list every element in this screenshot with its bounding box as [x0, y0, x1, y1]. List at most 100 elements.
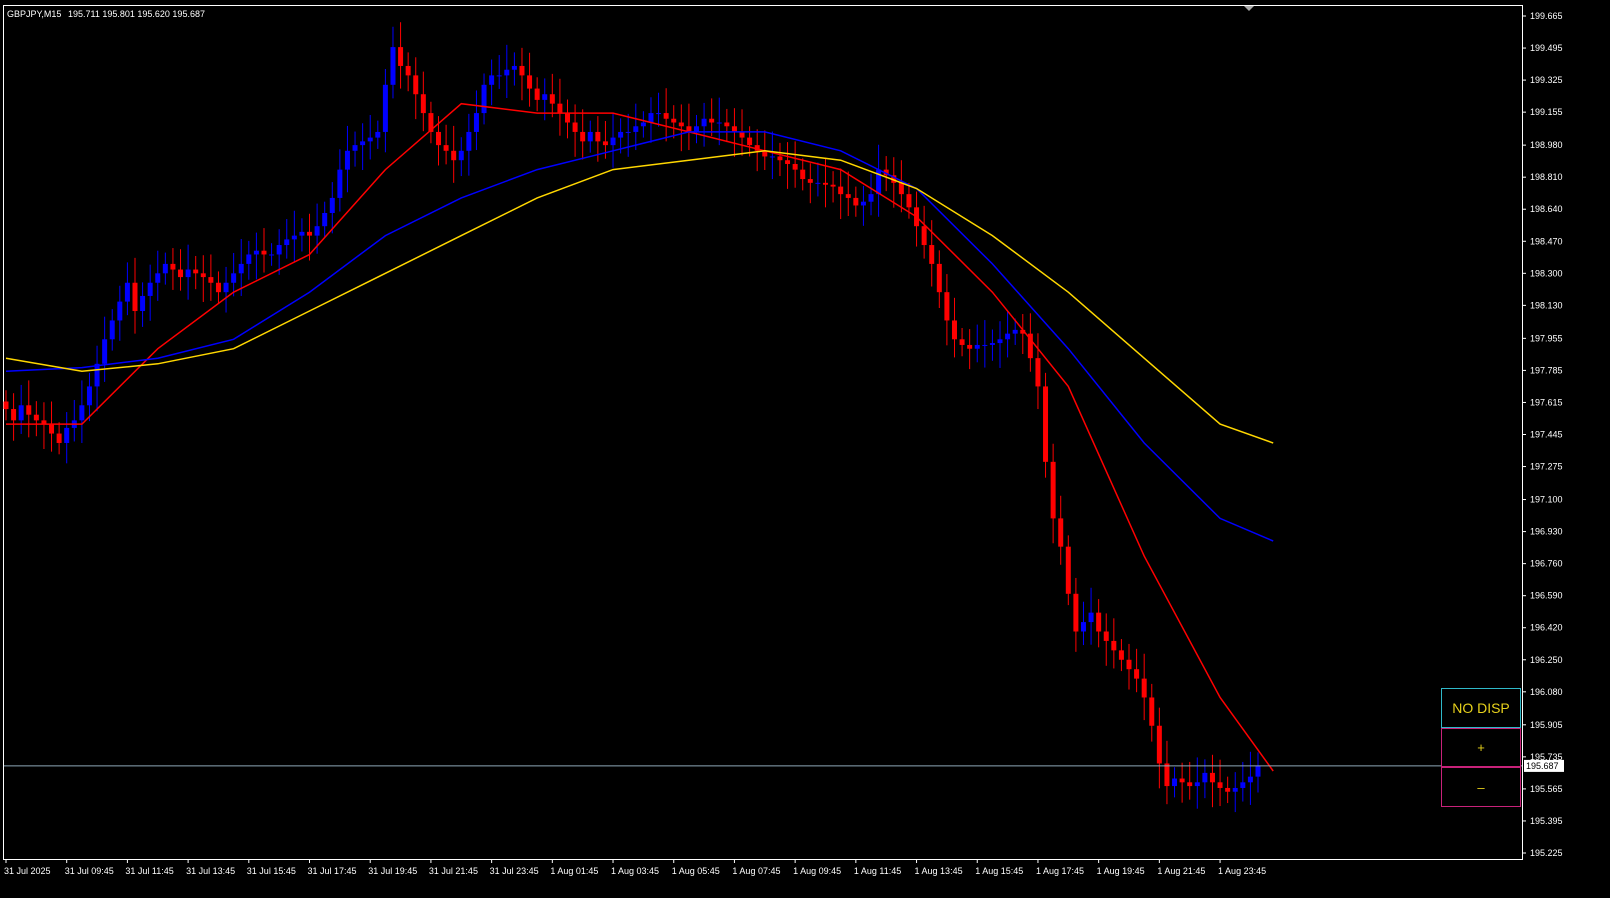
candle-body: [678, 122, 684, 127]
time-tick-label: 31 Jul 19:45: [368, 866, 417, 876]
candle-body: [602, 141, 608, 146]
candle-body: [1225, 787, 1231, 792]
candle-body: [1118, 650, 1124, 660]
price-tick-label: 196.080: [1530, 687, 1563, 697]
price-tick-label: 196.590: [1530, 591, 1563, 601]
candle-body: [79, 405, 85, 421]
candle-body: [496, 75, 502, 77]
candle-body: [853, 197, 859, 206]
candle-body: [11, 409, 17, 421]
time-tick-label: 31 Jul 15:45: [247, 866, 296, 876]
time-tick-label: 1 Aug 03:45: [611, 866, 659, 876]
time-tick-label: 1 Aug 17:45: [1036, 866, 1084, 876]
candle-body: [1096, 612, 1102, 632]
candle-body: [868, 194, 874, 202]
candle-body: [860, 201, 866, 206]
no-disp-button[interactable]: NO DISP: [1441, 688, 1521, 728]
candle-body: [1255, 765, 1261, 777]
price-tick-label: 198.470: [1530, 236, 1563, 246]
candle-body: [542, 94, 548, 100]
candle-body: [284, 239, 290, 246]
candle-body: [1202, 772, 1208, 783]
candle-body: [94, 363, 100, 387]
candle-body: [1073, 593, 1079, 632]
time-tick-label: 1 Aug 07:45: [732, 866, 780, 876]
candle-body: [489, 75, 495, 85]
time-tick-label: 31 Jul 13:45: [186, 866, 235, 876]
candle-body: [322, 212, 328, 227]
candle-body: [898, 182, 904, 195]
time-tick-label: 1 Aug 13:45: [915, 866, 963, 876]
candle-body: [64, 427, 70, 443]
price-tick-label: 199.325: [1530, 75, 1563, 85]
candle-body: [1179, 778, 1185, 783]
candle-body: [1156, 725, 1162, 764]
candle-body: [117, 301, 123, 321]
candle-body: [1217, 782, 1223, 788]
candle-body: [1187, 782, 1193, 787]
candle-body: [1240, 782, 1246, 788]
candle-body: [140, 295, 146, 312]
candle-body: [238, 263, 244, 274]
time-tick-label: 31 Jul 17:45: [308, 866, 357, 876]
candle-body: [162, 263, 168, 274]
price-tick-label: 199.155: [1530, 107, 1563, 117]
time-tick-label: 1 Aug 23:45: [1218, 866, 1266, 876]
candle-body: [663, 113, 669, 119]
candle-body: [1209, 772, 1215, 783]
candle-body: [132, 282, 138, 312]
candle-body: [269, 254, 275, 256]
candle-body: [769, 156, 775, 158]
candle-body: [929, 245, 935, 264]
price-tick-label: 196.760: [1530, 559, 1563, 569]
candle-body: [382, 84, 388, 132]
candle-body: [231, 273, 237, 283]
candle-body: [337, 169, 343, 198]
candle-body: [800, 169, 806, 180]
candle-body: [739, 131, 745, 138]
price-tick-label: 198.130: [1530, 300, 1563, 310]
candle-body: [504, 69, 510, 76]
price-chart[interactable]: 199.665 199.495 199.325 199.155 198.980 198.8…: [0, 0, 1610, 898]
candle-body: [587, 131, 593, 142]
time-tick-label: 1 Aug 19:45: [1097, 866, 1145, 876]
price-tick-label: 197.275: [1530, 462, 1563, 472]
chart-background: [0, 0, 1610, 898]
candle-body: [716, 122, 722, 124]
candle-body: [747, 137, 753, 146]
candle-body: [1247, 776, 1253, 783]
candle-body: [838, 186, 844, 195]
candle-body: [1172, 778, 1178, 787]
no-disp-label: NO DISP: [1452, 700, 1510, 716]
candle-body: [936, 263, 942, 293]
candle-body: [982, 344, 988, 346]
candle-body: [390, 47, 396, 85]
candle-body: [1194, 782, 1200, 787]
candle-body: [56, 433, 62, 443]
candle-body: [1012, 329, 1018, 334]
candle-body: [1134, 669, 1140, 679]
candle-body: [329, 197, 335, 213]
minus-label: –: [1477, 779, 1485, 795]
plus-button[interactable]: +: [1441, 728, 1521, 767]
time-tick-label: 31 Jul 23:45: [490, 866, 539, 876]
candle-body: [360, 141, 366, 146]
minus-button[interactable]: –: [1441, 767, 1521, 807]
candle-body: [648, 113, 654, 123]
price-tick-label: 197.100: [1530, 495, 1563, 505]
candle-body: [527, 75, 533, 89]
time-tick-label: 31 Jul 09:45: [65, 866, 114, 876]
time-tick-label: 1 Aug 09:45: [793, 866, 841, 876]
time-tick-label: 1 Aug 01:45: [550, 866, 598, 876]
candle-body: [1088, 612, 1094, 623]
candle-body: [944, 292, 950, 321]
candle-body: [921, 226, 927, 246]
candle-body: [534, 88, 540, 100]
candle-body: [200, 273, 206, 278]
time-tick-label: 1 Aug 05:45: [672, 866, 720, 876]
plus-label: +: [1477, 740, 1485, 755]
candle-body: [974, 344, 980, 349]
price-tick-label: 197.785: [1530, 365, 1563, 375]
candle-body: [49, 424, 55, 434]
candle-body: [109, 320, 115, 340]
